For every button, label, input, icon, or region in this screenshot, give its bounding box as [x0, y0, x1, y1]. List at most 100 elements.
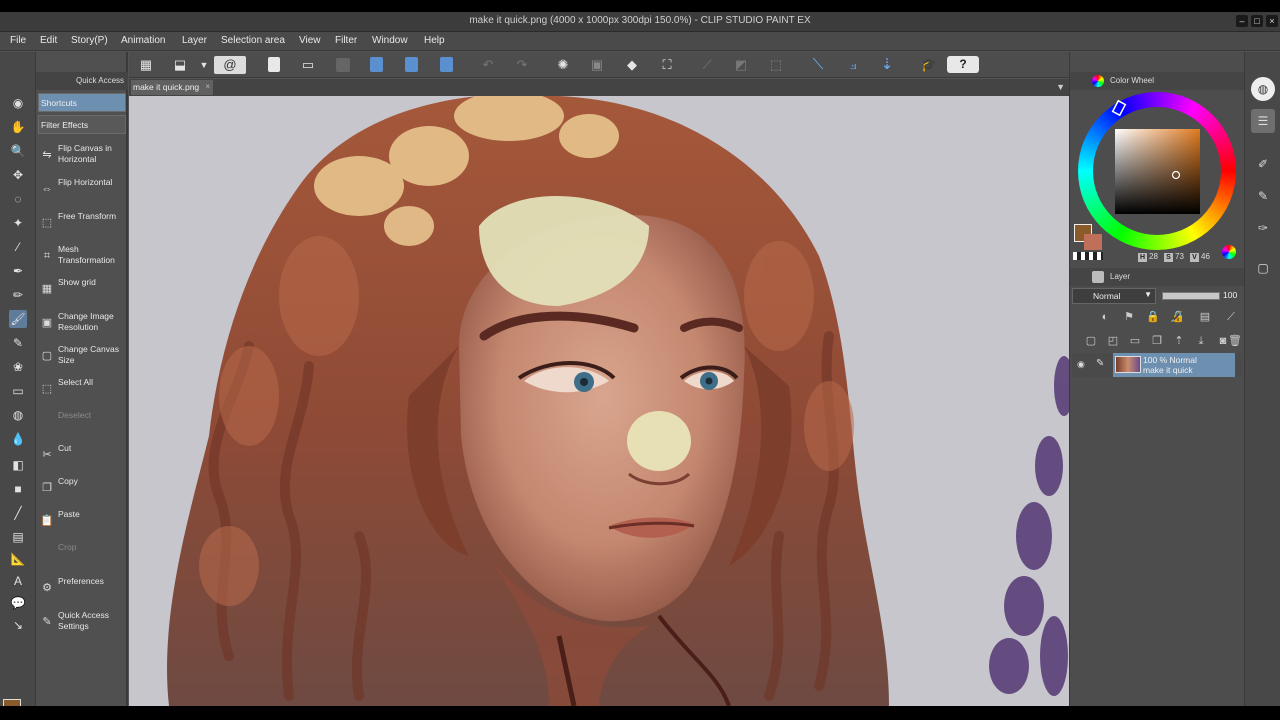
menu-window[interactable]: Window [372, 35, 408, 46]
airbrush-tool-icon[interactable]: ✎ [9, 334, 27, 352]
undo-icon[interactable]: ↶ [479, 56, 497, 74]
menu-edit[interactable]: Edit [40, 35, 57, 46]
quick-access-item[interactable]: 📋 Paste [38, 506, 126, 538]
quick-access-item[interactable]: ⇔ Flip Horizontal [38, 174, 126, 206]
decoration-tool-icon[interactable]: ❀ [9, 358, 27, 376]
special-ruler-snap-icon[interactable]: ⟓ [844, 56, 862, 74]
blend-mode-select[interactable]: Normal ▼ [1072, 288, 1156, 304]
maximize-button[interactable]: □ [1251, 15, 1263, 27]
spiral-icon[interactable]: @ [214, 56, 246, 74]
new-vector-layer-icon[interactable]: ◰ [1106, 334, 1120, 348]
clip-studio-icon[interactable]: ⬓ [171, 56, 189, 74]
wand-tool-icon[interactable]: ✦ [9, 214, 27, 232]
delete-layer-icon[interactable]: 🗑 [1228, 334, 1242, 348]
quick-access-item[interactable]: ⬚ Select All [38, 374, 126, 406]
tab-list-dropdown-icon[interactable]: ▼ [1056, 82, 1065, 92]
document-tab[interactable]: make it quick.png × [131, 80, 213, 95]
layer-mask-icon[interactable]: ◐ [1098, 310, 1112, 324]
quick-access-item[interactable]: ⇋ Flip Canvas in Horizontal [38, 140, 126, 172]
lock-icon[interactable]: 🔒 [1146, 310, 1160, 324]
pencil-tool-icon[interactable]: ✏ [9, 286, 27, 304]
move-layer-up-icon[interactable]: ⇡ [1172, 334, 1186, 348]
opacity-slider[interactable] [1162, 292, 1220, 300]
redo-icon[interactable]: ↷ [513, 56, 531, 74]
grid-view-icon[interactable]: ▦ [137, 56, 155, 74]
quick-access-item[interactable]: ⬚ Free Transform [38, 208, 126, 240]
menu-file[interactable]: File [10, 35, 26, 46]
transform-icon[interactable]: ▣ [588, 56, 606, 74]
transparent-chip[interactable] [1073, 252, 1103, 260]
clear-icon[interactable]: ◆ [623, 56, 641, 74]
tutorial-icon[interactable]: 🎓 [920, 56, 938, 74]
color-mode-icon[interactable] [1222, 245, 1236, 259]
menu-selection-area[interactable]: Selection area [221, 35, 285, 46]
color-wheel[interactable] [1078, 92, 1238, 252]
sub-color-chip[interactable] [1084, 234, 1102, 250]
lasso-tool-icon[interactable]: ◌ [9, 190, 27, 208]
menu-help[interactable]: Help [424, 35, 445, 46]
edit-pen-icon[interactable]: ✎ [1096, 358, 1104, 369]
menu-story[interactable]: Story(P) [71, 35, 108, 46]
quick-access-item[interactable]: ▢ Change Canvas Size [38, 341, 126, 373]
brush-tool-icon[interactable]: 🖌 [9, 310, 27, 328]
menu-view[interactable]: View [299, 35, 321, 46]
ruler-snap-icon[interactable]: ⟍ [809, 56, 827, 74]
balloon-tool-icon[interactable]: 💬 [9, 594, 27, 612]
figure-tool-icon[interactable]: ╱ [9, 504, 27, 522]
frame-tool-icon[interactable]: ▤ [9, 528, 27, 546]
help-button[interactable]: ? [947, 56, 979, 73]
quick-access-item[interactable]: ✂ Cut [38, 440, 126, 472]
quick-access-item[interactable]: ✎ Quick Access Settings [38, 607, 126, 639]
text-tool-icon[interactable]: A [9, 572, 27, 590]
quick-access-item[interactable]: ⌗ Mesh Transformation [38, 241, 126, 273]
tool-property-dock-icon[interactable]: ✎ [1251, 184, 1275, 208]
close-button[interactable]: × [1266, 15, 1278, 27]
minimize-button[interactable]: – [1236, 15, 1248, 27]
brush-settings-dock-icon[interactable]: ✐ [1251, 152, 1275, 176]
zoom-tool-icon[interactable]: ◉ [9, 94, 27, 112]
eye-icon[interactable]: ◉ [1077, 359, 1085, 370]
layer-settings-icon[interactable]: ⟋ [1220, 310, 1242, 324]
eyedropper-tool-icon[interactable]: ⁄ [9, 238, 27, 256]
canvas-area[interactable] [129, 96, 1069, 706]
export-png-icon[interactable] [405, 57, 418, 72]
quick-access-item[interactable]: ▦ Show grid [38, 274, 126, 306]
export-psd-icon[interactable] [440, 57, 453, 72]
menu-filter[interactable]: Filter [335, 35, 357, 46]
gradient-tool-icon[interactable]: ■ [9, 480, 27, 498]
color-wheel-dock-icon[interactable]: ◍ [1251, 77, 1275, 101]
quick-access-item[interactable]: ▣ Change Image Resolution [38, 308, 126, 340]
sub-tool-dock-icon[interactable]: ✑ [1251, 216, 1275, 240]
reference-layer-icon[interactable]: ⚑ [1122, 310, 1136, 324]
new-raster-layer-icon[interactable]: ▢ [1084, 334, 1098, 348]
fill-bucket-icon[interactable]: ◧ [9, 456, 27, 474]
layer-row[interactable]: ◉ ✎ 100 % Normal make it quick [1072, 353, 1242, 377]
quick-access-item[interactable]: ❐ Copy [38, 473, 126, 505]
duplicate-layer-icon[interactable]: ❐ [1150, 334, 1164, 348]
layer-dock-icon[interactable]: ☰ [1251, 109, 1275, 133]
export-jpg-icon[interactable] [370, 57, 383, 72]
lock-transparent-icon[interactable]: 🔏 [1170, 310, 1184, 324]
blend-tool-icon[interactable]: ◍ [9, 406, 27, 424]
tab-filter-effects[interactable]: Filter Effects [38, 115, 126, 134]
magnifier-tool-icon[interactable]: 🔍 [9, 142, 27, 160]
fill-tool-icon[interactable]: 💧 [9, 430, 27, 448]
open-folder-icon[interactable]: ▭ [299, 56, 317, 74]
correct-line-tool-icon[interactable]: ↘ [9, 616, 27, 634]
tab-shortcuts[interactable]: Shortcuts [38, 93, 126, 112]
crop-selection-icon[interactable]: ⛶ [658, 56, 676, 74]
menu-animation[interactable]: Animation [121, 35, 165, 46]
grid-snap-icon[interactable]: ⇣ [878, 56, 896, 74]
move-tool-icon[interactable]: ✥ [9, 166, 27, 184]
menu-layer[interactable]: Layer [182, 35, 207, 46]
navigator-dock-icon[interactable]: ▢ [1251, 256, 1275, 280]
layer-color-icon[interactable]: ▤ [1194, 310, 1216, 324]
hand-tool-icon[interactable]: ✋ [9, 118, 27, 136]
ruler-tool-icon[interactable]: 📐 [9, 550, 27, 568]
new-folder-icon[interactable]: ▭ [1128, 334, 1142, 348]
pen-tool-icon[interactable]: ✒ [9, 262, 27, 280]
dropdown-icon[interactable]: ▼ [195, 56, 213, 74]
quick-access-item[interactable]: ⚙ Preferences [38, 573, 126, 605]
loading-icon[interactable]: ✺ [554, 56, 572, 74]
close-tab-icon[interactable]: × [205, 82, 210, 91]
